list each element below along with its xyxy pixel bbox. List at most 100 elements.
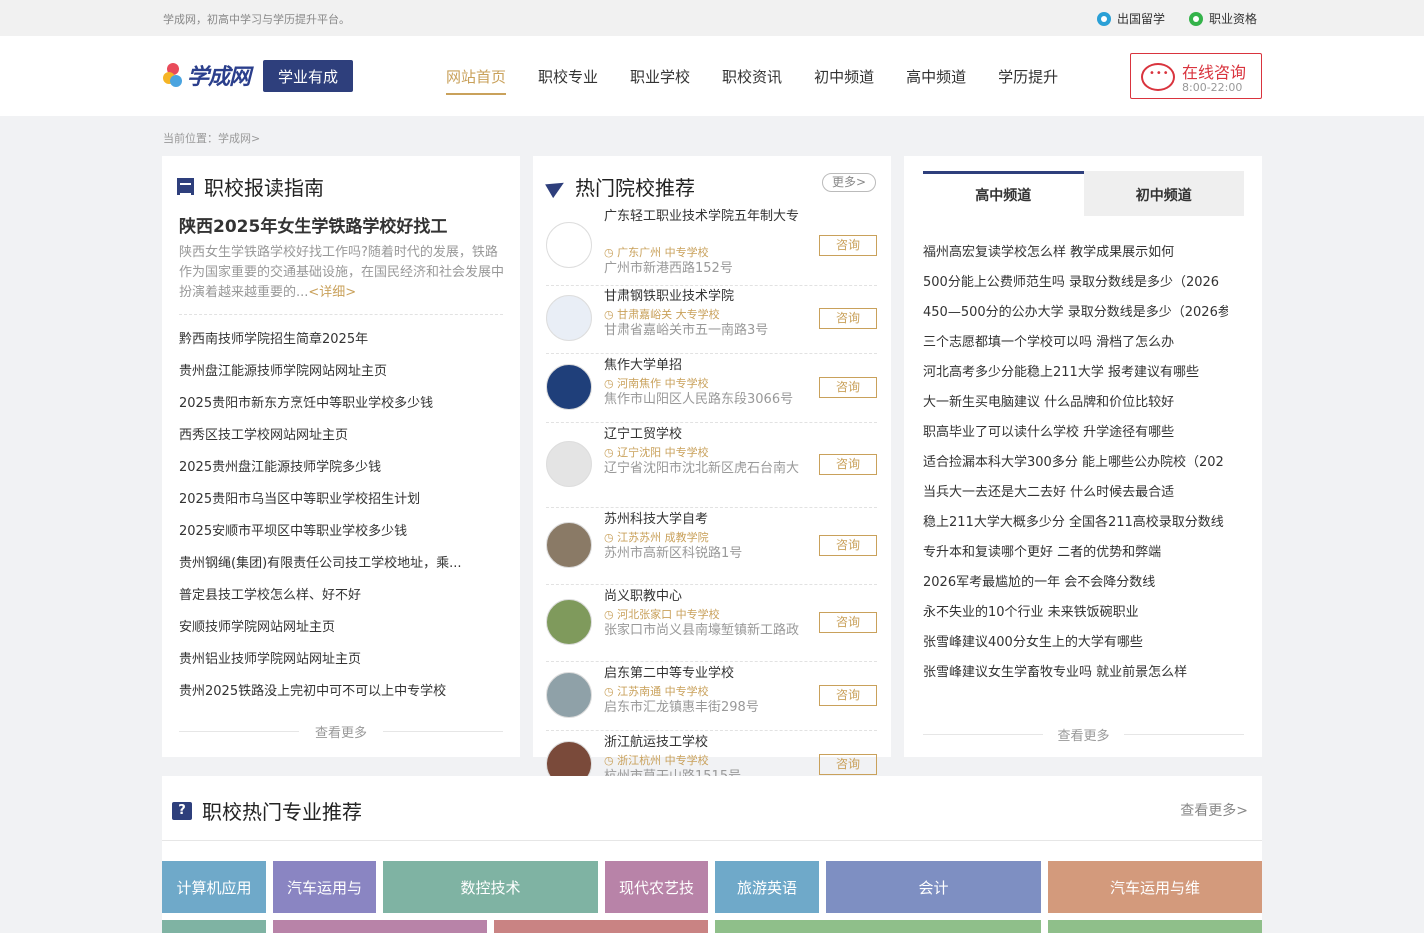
school-name[interactable]: 甘肃钢铁职业技术学院 [604, 288, 804, 305]
list-item[interactable]: 稳上211大学大概多少分 全国各211高校录取分数线 [923, 511, 1228, 541]
study-abroad-link[interactable]: 出国留学 [1097, 10, 1165, 27]
major-tile[interactable]: 汽车运用与维 [1048, 861, 1262, 913]
school-item[interactable]: 启东第二中等专业学校江苏南通 中专学校启东市汇龙镇惠丰街298号 咨询 [546, 663, 877, 731]
consult-button[interactable]: 咨询 [819, 535, 877, 556]
school-name[interactable]: 浙江航运技工学校 [604, 734, 804, 751]
school-item[interactable]: 辽宁工贸学校辽宁沈阳 中专学校辽宁省沈阳市沈北新区虎石台南大 咨询 [546, 424, 877, 508]
list-item[interactable]: 450—500分的公办大学 录取分数线是多少（2026参 [923, 301, 1228, 331]
list-item[interactable]: 河北高考多少分能稳上211大学 报考建议有哪些 [923, 361, 1228, 391]
brand-button[interactable]: 学业有成 [263, 60, 353, 92]
nav-degree[interactable]: 学历提升 [998, 66, 1058, 95]
list-item[interactable]: 永不失业的10个行业 未来铁饭碗职业 [923, 601, 1228, 631]
major-tile[interactable]: 数控技术 [383, 861, 598, 913]
consult-button[interactable]: 咨询 [819, 612, 877, 633]
chat-bubble-icon [1189, 11, 1203, 26]
school-name[interactable]: 尚义职教中心 [604, 588, 804, 605]
more-schools-button[interactable]: 更多> [822, 173, 876, 192]
consult-button[interactable]: 咨询 [819, 235, 877, 256]
school-location: 江苏南通 中专学校 [604, 683, 709, 699]
school-item[interactable]: 焦作大学单招河南焦作 中专学校焦作市山阳区人民路东段3066号 咨询 [546, 355, 877, 423]
school-name[interactable]: 广东轻工职业技术学院五年制大专 [604, 208, 804, 225]
school-item[interactable]: 广东轻工职业技术学院五年制大专广东广州 中专学校广州市新港西路152号 咨询 [546, 208, 877, 286]
list-item[interactable]: 西秀区技工学校网站网址主页 [179, 426, 462, 458]
list-item[interactable]: 当兵大一去还是大二去好 什么时候去最合适 [923, 481, 1228, 511]
list-item[interactable]: 三个志愿都填一个学校可以吗 滑档了怎么办 [923, 331, 1228, 361]
consult-button[interactable]: 咨询 [819, 754, 877, 775]
nav-junior-high[interactable]: 初中频道 [814, 66, 874, 95]
school-name[interactable]: 苏州科技大学自考 [604, 511, 804, 528]
major-tile[interactable]: 计算机应用 [162, 861, 266, 913]
channel-see-more[interactable]: 查看更多 [923, 725, 1244, 745]
list-item[interactable]: 普定县技工学校怎么样、好不好 [179, 586, 462, 618]
list-item[interactable]: 2025贵阳市乌当区中等职业学校招生计划 [179, 490, 462, 522]
list-item[interactable]: 张雪峰建议400分女生上的大学有哪些 [923, 631, 1228, 661]
major-tile[interactable] [494, 920, 708, 933]
major-tile[interactable] [273, 920, 487, 933]
nav-news[interactable]: 职校资讯 [722, 66, 782, 95]
school-name[interactable]: 焦作大学单招 [604, 357, 804, 374]
guide-see-more[interactable]: 查看更多 [179, 722, 503, 742]
online-consult-button[interactable]: 在线咨询 8:00-22:00 [1130, 53, 1262, 99]
list-item[interactable]: 贵州盘江能源技师学院网站网址主页 [179, 362, 462, 394]
list-item[interactable]: 500分能上公费师范生吗 录取分数线是多少（2026 [923, 271, 1228, 301]
nav-senior-high[interactable]: 高中频道 [906, 66, 966, 95]
guide-panel: 职校报读指南 陕西2025年女生学铁路学校好找工 陕西女生学铁路学校好找工作吗?… [162, 156, 520, 757]
list-item[interactable]: 专升本和复读哪个更好 二者的优势和弊端 [923, 541, 1228, 571]
school-item[interactable]: 尚义职教中心河北张家口 中专学校张家口市尚义县南壕堑镇新工路政 咨询 [546, 586, 877, 662]
site-logo[interactable]: 学成网 [163, 59, 251, 91]
list-item[interactable]: 职高毕业了可以读什么学校 升学途径有哪些 [923, 421, 1228, 451]
major-tile[interactable] [715, 920, 1041, 933]
tab-junior-high[interactable]: 初中频道 [1083, 171, 1244, 216]
list-item[interactable]: 2026军考最尴尬的一年 会不会降分数线 [923, 571, 1228, 601]
logo-text: 学成网 [187, 65, 251, 90]
list-item[interactable]: 适合捡漏本科大学300多分 能上哪些公办院校（202 [923, 451, 1228, 481]
major-tile[interactable]: 汽车运用与 [273, 861, 376, 913]
list-item[interactable]: 张雪峰建议女生学畜牧专业吗 就业前景怎么样 [923, 661, 1228, 691]
list-item[interactable]: 贵州铝业技师学院网站网址主页 [179, 650, 462, 682]
consult-button[interactable]: 咨询 [819, 308, 877, 329]
hot-schools-title: 热门院校推荐 [545, 172, 695, 201]
featured-detail-link[interactable]: <详细> [308, 285, 356, 300]
list-item[interactable]: 贵州钢绳(集团)有限责任公司技工学校地址，乘... [179, 554, 462, 586]
school-address: 启东市汇龙镇惠丰街298号 [604, 700, 759, 715]
consult-button[interactable]: 咨询 [819, 685, 877, 706]
list-item[interactable]: 2025安顺市平坝区中等职业学校多少钱 [179, 522, 462, 554]
nav-majors[interactable]: 职校专业 [538, 66, 598, 95]
major-tile[interactable]: 旅游英语 [715, 861, 819, 913]
majors-see-more[interactable]: 查看更多> [1180, 800, 1248, 820]
consult-hours: 8:00-22:00 [1182, 81, 1243, 94]
consult-button[interactable]: 咨询 [819, 377, 877, 398]
school-logo [546, 222, 592, 268]
news-icon [177, 178, 194, 195]
school-address: 辽宁省沈阳市沈北新区虎石台南大 [604, 461, 800, 476]
school-location: 辽宁沈阳 中专学校 [604, 444, 709, 460]
list-item[interactable]: 黔西南技师学院招生简章2025年 [179, 330, 462, 362]
guide-title-text: 职校报读指南 [204, 176, 324, 200]
school-item[interactable]: 苏州科技大学自考江苏苏州 成教学院苏州市高新区科锐路1号 咨询 [546, 509, 877, 585]
school-item[interactable]: 甘肃钢铁职业技术学院甘肃嘉峪关 大专学校甘肃省嘉峪关市五一南路3号 咨询 [546, 286, 877, 354]
qualification-link[interactable]: 职业资格 [1189, 10, 1257, 27]
list-item[interactable]: 2025贵阳市新东方烹饪中等职业学校多少钱 [179, 394, 462, 426]
featured-article-desc: 陕西女生学铁路学校好找工作吗?随着时代的发展，铁路作为国家重要的交通基础设施，在… [179, 243, 504, 303]
nav-schools[interactable]: 职业学校 [630, 66, 690, 95]
list-item[interactable]: 贵州2025铁路没上完初中可不可以上中专学校 [179, 682, 462, 714]
school-logo [546, 672, 592, 718]
nav-home[interactable]: 网站首页 [446, 66, 507, 95]
major-tile[interactable]: 会计 [826, 861, 1041, 913]
list-item[interactable]: 2025贵州盘江能源技师学院多少钱 [179, 458, 462, 490]
consult-button[interactable]: 咨询 [819, 454, 877, 475]
list-item[interactable]: 福州高宏复读学校怎么样 教学成果展示如何 [923, 241, 1228, 271]
list-item[interactable]: 安顺技师学院网站网址主页 [179, 618, 462, 650]
major-tile[interactable] [1048, 920, 1262, 933]
majors-section: ? 职校热门专业推荐 查看更多> 计算机应用 汽车运用与 数控技术 现代农艺技 旅游英语… [162, 776, 1262, 933]
school-name[interactable]: 辽宁工贸学校 [604, 426, 804, 443]
question-icon: ? [172, 801, 192, 820]
school-logo [546, 441, 592, 487]
major-tile[interactable]: 现代农艺技 [605, 861, 708, 913]
main-nav: 网站首页 职校专业 职业学校 职校资讯 初中频道 高中频道 学历提升 [446, 66, 1090, 95]
featured-article-title[interactable]: 陕西2025年女生学铁路学校好找工 [179, 212, 447, 237]
tab-senior-high[interactable]: 高中频道 [923, 171, 1084, 216]
major-tile[interactable] [162, 920, 266, 933]
school-name[interactable]: 启东第二中等专业学校 [604, 665, 804, 682]
list-item[interactable]: 大一新生买电脑建议 什么品牌和价位比较好 [923, 391, 1228, 421]
